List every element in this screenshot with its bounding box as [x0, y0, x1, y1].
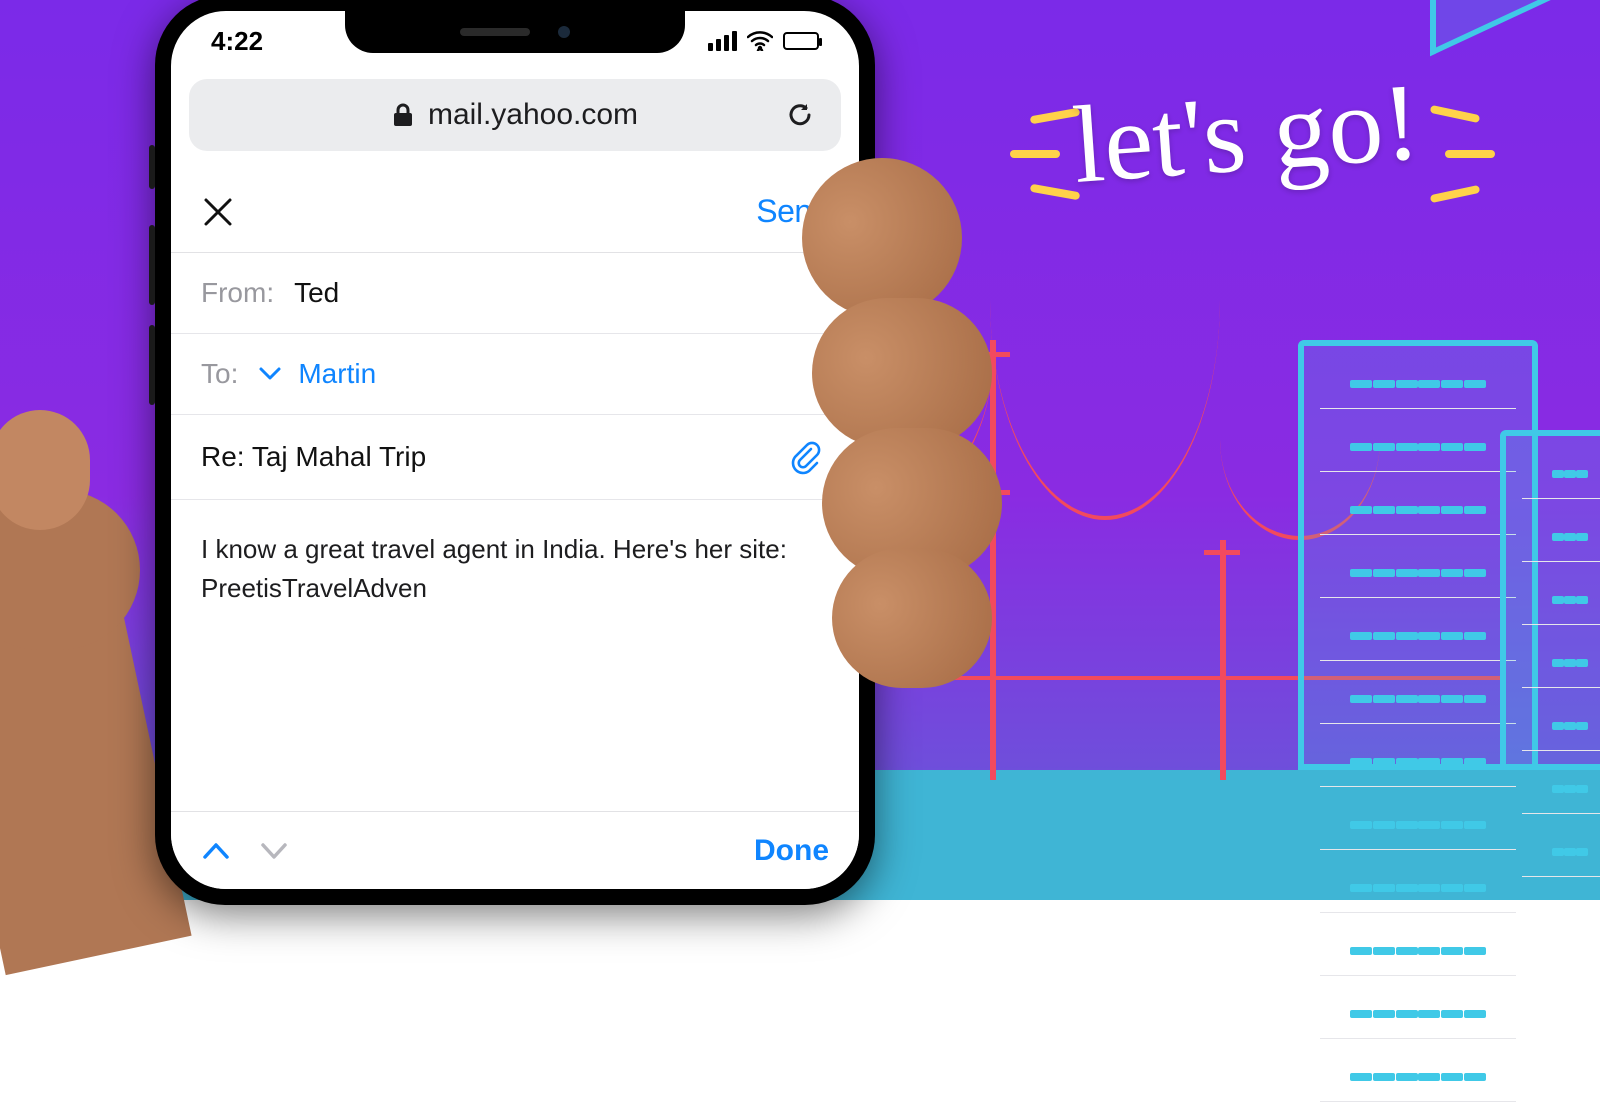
from-value: Ted	[294, 277, 339, 309]
lock-icon	[392, 102, 414, 128]
phone-notch	[345, 11, 685, 53]
battery-icon	[783, 32, 819, 50]
ray-decoration	[1430, 185, 1481, 203]
wifi-icon	[747, 31, 773, 51]
keyboard-accessory-bar: Done	[171, 811, 859, 889]
decor-text: let's go!	[1069, 58, 1424, 209]
ray-decoration	[1445, 150, 1495, 158]
paperclip-icon[interactable]	[787, 439, 829, 475]
to-label: To:	[201, 358, 238, 390]
phone-screen: 4:22	[171, 11, 859, 889]
from-row[interactable]: From: Ted	[171, 253, 859, 334]
ray-decoration	[1030, 184, 1081, 201]
subject-value: Re: Taj Mahal Trip	[201, 441, 426, 473]
to-row[interactable]: To: Martin	[171, 334, 859, 415]
phone: 4:22	[155, 0, 875, 905]
status-time: 4:22	[211, 26, 263, 57]
keyboard-prev-icon[interactable]	[201, 840, 231, 862]
building-illustration-2	[1500, 430, 1600, 770]
fingers-illustration	[842, 218, 1072, 718]
close-icon[interactable]	[201, 195, 235, 229]
ray-decoration	[1010, 150, 1060, 158]
ray-decoration	[1430, 105, 1481, 123]
keyboard-next-icon[interactable]	[259, 840, 289, 862]
to-value[interactable]: Martin	[298, 358, 376, 390]
reload-icon[interactable]	[785, 100, 815, 130]
subject-row[interactable]: Re: Taj Mahal Trip	[171, 415, 859, 500]
browser-url-text: mail.yahoo.com	[428, 98, 638, 132]
chevron-down-icon[interactable]	[258, 366, 282, 382]
keyboard-done-button[interactable]: Done	[754, 834, 829, 868]
building-roof-illustration	[1430, 0, 1600, 56]
browser-url-bar[interactable]: mail.yahoo.com	[189, 79, 841, 151]
compose-body[interactable]: I know a great travel agent in India. He…	[171, 500, 859, 720]
from-label: From:	[201, 277, 274, 309]
cellular-icon	[708, 31, 737, 51]
